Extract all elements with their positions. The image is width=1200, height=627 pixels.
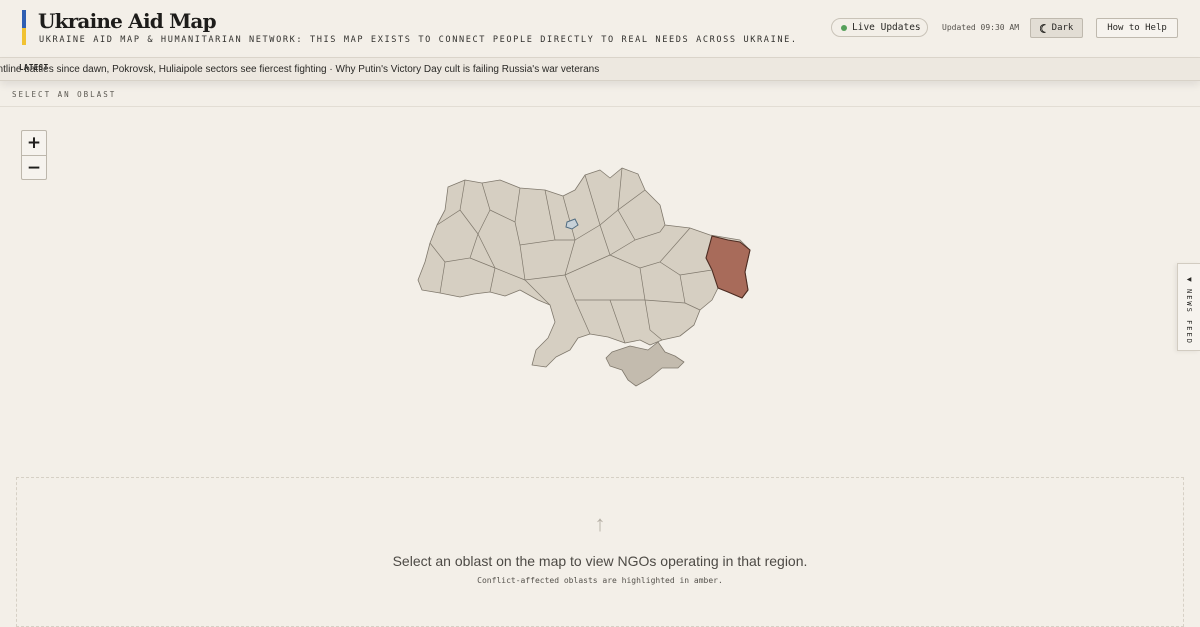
empty-state-title: Select an oblast on the map to view NGOs… xyxy=(392,553,808,569)
arrow-up-icon: ↑ xyxy=(594,511,606,536)
updated-timestamp: Updated 09:30 AM xyxy=(942,23,1020,32)
news-ticker[interactable]: ontline battles since dawn, Pokrovsk, Hu… xyxy=(0,58,1200,81)
moon-icon xyxy=(1039,23,1046,33)
header: Ukraine Aid Map UKRAINE AID MAP & HUMANI… xyxy=(0,0,1200,58)
zoom-in-button[interactable]: + xyxy=(22,131,46,156)
ukraine-mainland xyxy=(417,167,751,368)
app-subtitle: UKRAINE AID MAP & HUMANITARIAN NETWORK: … xyxy=(39,35,798,45)
crimea xyxy=(605,341,685,387)
triangle-left-icon: ◀ xyxy=(1186,277,1192,283)
ngo-panel xyxy=(16,477,1184,627)
ukraine-oblast-map[interactable] xyxy=(0,107,1160,467)
zoom-controls: + − xyxy=(21,130,47,180)
ukraine-flag-icon xyxy=(22,10,26,45)
live-status-dot-icon xyxy=(841,24,847,31)
dark-mode-label: Dark xyxy=(1051,23,1074,33)
live-updates-label: Live Updates xyxy=(852,22,921,33)
select-oblast-label: SELECT AN OBLAST xyxy=(12,90,117,99)
live-updates-badge[interactable]: Live Updates xyxy=(831,18,928,37)
news-feed-label: NEWS FEED xyxy=(1185,289,1193,345)
ticker-latest-label: LATEST xyxy=(19,63,49,72)
zoom-out-button[interactable]: − xyxy=(22,156,46,180)
dark-mode-button[interactable]: Dark xyxy=(1030,18,1083,38)
app-title: Ukraine Aid Map xyxy=(38,9,217,33)
ticker-headlines[interactable]: ontline battles since dawn, Pokrovsk, Hu… xyxy=(0,64,599,75)
news-feed-tab[interactable]: ◀ NEWS FEED xyxy=(1177,263,1200,351)
empty-state-subtitle: Conflict-affected oblasts are highlighte… xyxy=(477,576,723,585)
how-to-help-button[interactable]: How to Help xyxy=(1096,18,1178,38)
